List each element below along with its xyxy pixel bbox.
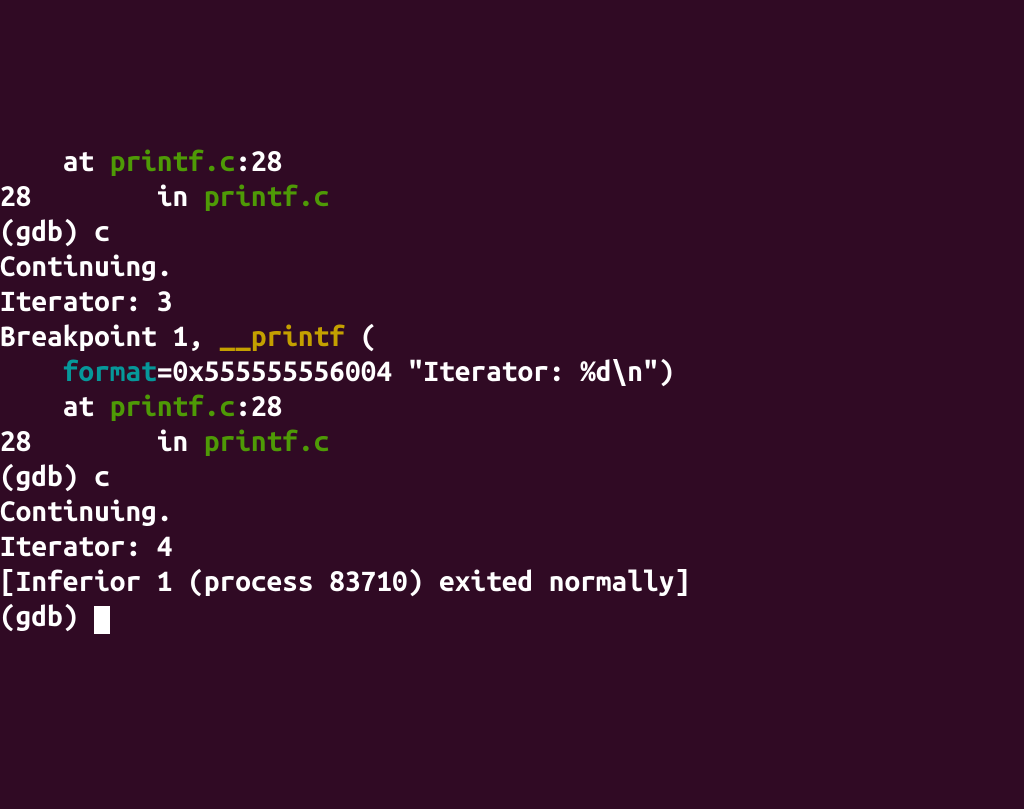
continuing-message: Continuing.: [0, 249, 1024, 284]
cursor[interactable]: [94, 606, 110, 634]
filename: printf.c: [204, 181, 329, 212]
source-line: 28 in printf.c: [0, 179, 1024, 214]
filename: printf.c: [110, 146, 235, 177]
user-command: c: [94, 461, 110, 492]
filename: printf.c: [110, 391, 235, 422]
program-output: Iterator: 4: [0, 529, 1024, 564]
source-location-line: at printf.c:28: [0, 389, 1024, 424]
terminal-output[interactable]: at printf.c:2828 in printf.c(gdb) cConti…: [0, 144, 1024, 634]
gdb-prompt: (gdb): [0, 601, 94, 632]
program-output: Iterator: 3: [0, 284, 1024, 319]
user-command: c: [94, 216, 110, 247]
gdb-prompt: (gdb): [0, 216, 94, 247]
breakpoint-line: Breakpoint 1, __printf (: [0, 319, 1024, 354]
gdb-prompt-line: (gdb): [0, 599, 1024, 634]
gdb-prompt-line: (gdb) c: [0, 459, 1024, 494]
exit-message: [Inferior 1 (process 83710) exited norma…: [0, 564, 1024, 599]
continuing-message: Continuing.: [0, 494, 1024, 529]
function-name: __printf: [220, 321, 345, 352]
gdb-prompt-line: (gdb) c: [0, 214, 1024, 249]
parameter-line: format=0x555555556004 "Iterator: %d\n"): [0, 354, 1024, 389]
filename: printf.c: [204, 426, 329, 457]
parameter-name: format: [63, 356, 157, 387]
gdb-prompt: (gdb): [0, 461, 94, 492]
source-location-line: at printf.c:28: [0, 144, 1024, 179]
source-line: 28 in printf.c: [0, 424, 1024, 459]
